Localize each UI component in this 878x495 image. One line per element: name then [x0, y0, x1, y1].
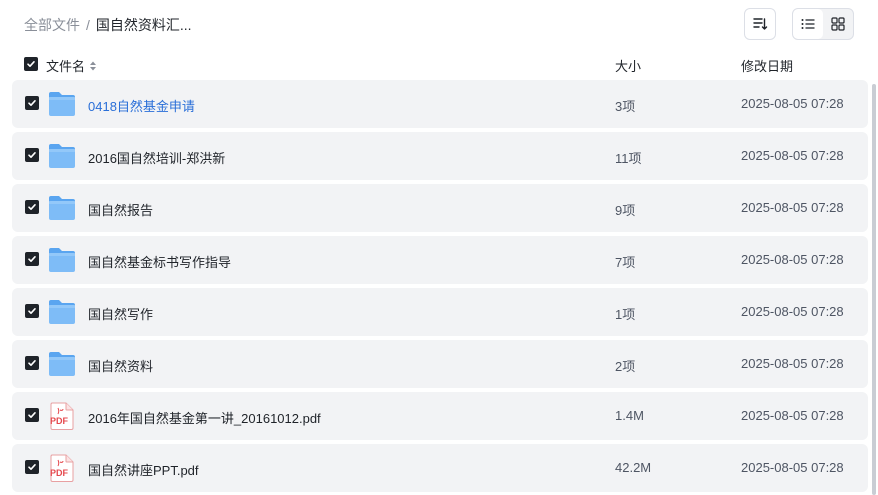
file-name[interactable]: 国自然资料 [88, 356, 153, 375]
file-row[interactable]: PDF 2016年国自然基金第一讲_20161012.pdf 1.4M 2025-08… [12, 392, 868, 440]
file-list: 0418自然基金申请 3项 2025-08-05 07:28 2016国自然培训-郑洪… [12, 80, 868, 495]
checkbox-checked-icon [28, 308, 36, 314]
folder-icon [47, 193, 77, 223]
breadcrumb-separator: / [86, 17, 90, 33]
row-checkbox[interactable] [25, 252, 39, 266]
file-row[interactable]: 国自然报告 9项 2025-08-05 07:28 [12, 184, 868, 232]
pdf-badge: PDF [50, 416, 68, 426]
file-size: 7项 [615, 255, 636, 270]
file-name[interactable]: 2016年国自然基金第一讲_20161012.pdf [88, 408, 321, 427]
file-size: 2项 [615, 359, 636, 374]
scrollbar[interactable] [872, 84, 876, 495]
file-date: 2025-08-05 07:28 [741, 200, 844, 215]
file-date: 2025-08-05 07:28 [741, 356, 844, 371]
row-checkbox[interactable] [25, 200, 39, 214]
file-name[interactable]: 国自然写作 [88, 304, 153, 323]
checkbox-checked-icon [28, 100, 36, 106]
checkbox-checked-icon [28, 256, 36, 262]
grid-view-button[interactable] [823, 9, 853, 39]
breadcrumb-root-link[interactable]: 全部文件 [24, 15, 80, 35]
folder-icon [47, 89, 77, 119]
checkbox-checked-icon [28, 464, 36, 470]
pdf-icon: PDF [47, 453, 77, 483]
pdf-icon: PDF [47, 401, 77, 431]
file-row[interactable]: 国自然基金标书写作指导 7项 2025-08-05 07:28 [12, 236, 868, 284]
row-checkbox[interactable] [25, 96, 39, 110]
file-date: 2025-08-05 07:28 [741, 304, 844, 319]
file-name[interactable]: 国自然基金标书写作指导 [88, 252, 231, 271]
file-name[interactable]: 国自然讲座PPT.pdf [88, 460, 199, 479]
file-size: 42.2M [615, 460, 652, 475]
row-checkbox[interactable] [25, 304, 39, 318]
checkbox-checked-icon [28, 412, 36, 418]
file-row[interactable]: 2016国自然培训-郑洪新 11项 2025-08-05 07:28 [12, 132, 868, 180]
file-name[interactable]: 2016国自然培训-郑洪新 [88, 148, 225, 167]
column-header-size[interactable]: 大小 [615, 56, 641, 75]
sort-toggle-icon [90, 61, 97, 70]
row-checkbox[interactable] [25, 460, 39, 474]
file-row[interactable]: PDF 国自然讲座PPT.pdf 42.2M 2025-08-05 07:28 [12, 444, 868, 492]
row-checkbox[interactable] [25, 148, 39, 162]
select-all-checkbox[interactable] [24, 57, 38, 71]
file-size: 3项 [615, 99, 636, 114]
file-size: 9项 [615, 203, 636, 218]
file-name[interactable]: 国自然报告 [88, 200, 153, 219]
file-size: 11项 [615, 151, 642, 166]
checkbox-checked-icon [28, 152, 36, 158]
file-date: 2025-08-05 07:28 [741, 96, 844, 111]
row-checkbox[interactable] [25, 356, 39, 370]
breadcrumb-current: 国自然资料汇... [95, 17, 192, 33]
file-row[interactable]: 国自然资料 2项 2025-08-05 07:28 [12, 340, 868, 388]
column-header-date[interactable]: 修改日期 [741, 56, 793, 75]
checkbox-checked-icon [28, 360, 36, 366]
list-view-button[interactable] [793, 9, 823, 39]
sort-icon [753, 18, 768, 30]
file-date: 2025-08-05 07:28 [741, 408, 844, 423]
folder-icon [47, 349, 77, 379]
row-checkbox[interactable] [25, 408, 39, 422]
pdf-badge: PDF [50, 468, 68, 478]
list-view-icon [801, 19, 815, 29]
column-header-name-label: 文件名 [46, 59, 86, 74]
folder-icon [47, 245, 77, 275]
folder-icon [47, 297, 77, 327]
file-date: 2025-08-05 07:28 [741, 252, 844, 267]
grid-view-icon [831, 17, 845, 31]
file-name[interactable]: 0418自然基金申请 [88, 96, 195, 115]
folder-icon [47, 141, 77, 171]
checkbox-checked-icon [28, 204, 36, 210]
sort-button[interactable] [744, 8, 776, 40]
checkbox-checked-icon [27, 61, 35, 67]
file-date: 2025-08-05 07:28 [741, 460, 844, 475]
file-row[interactable]: 0418自然基金申请 3项 2025-08-05 07:28 [12, 80, 868, 128]
file-row[interactable]: 国自然写作 1项 2025-08-05 07:28 [12, 288, 868, 336]
file-list-header: 文件名 大小 修改日期 [0, 50, 878, 78]
file-size: 1.4M [615, 408, 644, 423]
file-date: 2025-08-05 07:28 [741, 148, 844, 163]
breadcrumb: 全部文件 / 国自然资料汇... [24, 15, 192, 35]
file-size: 1项 [615, 307, 636, 322]
column-header-name[interactable]: 文件名 [46, 56, 98, 75]
top-bar: 全部文件 / 国自然资料汇... [0, 0, 878, 48]
view-switch [792, 8, 854, 40]
